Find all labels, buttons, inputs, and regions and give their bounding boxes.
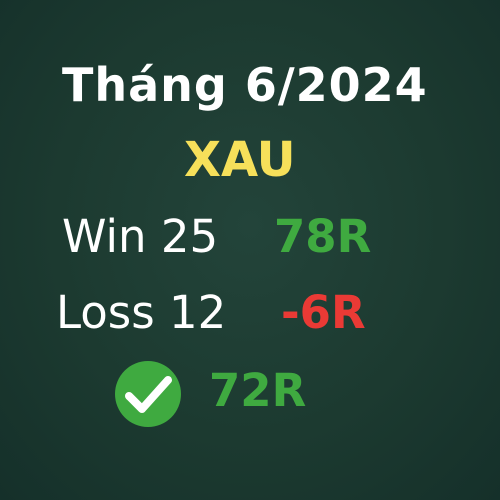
check-circle-icon xyxy=(115,361,181,427)
results-card: Tháng 6/2024 XAU Win 25 78R Loss 12 -6R … xyxy=(0,0,500,500)
loss-count-label: Loss 12 xyxy=(56,286,227,339)
loss-r-value: -6R xyxy=(281,286,366,339)
total-r-value: 72R xyxy=(209,364,307,417)
symbol-label: XAU xyxy=(184,132,296,188)
win-count-label: Win 25 xyxy=(62,210,219,263)
win-r-value: 78R xyxy=(274,210,372,263)
page-title: Tháng 6/2024 xyxy=(62,58,428,112)
